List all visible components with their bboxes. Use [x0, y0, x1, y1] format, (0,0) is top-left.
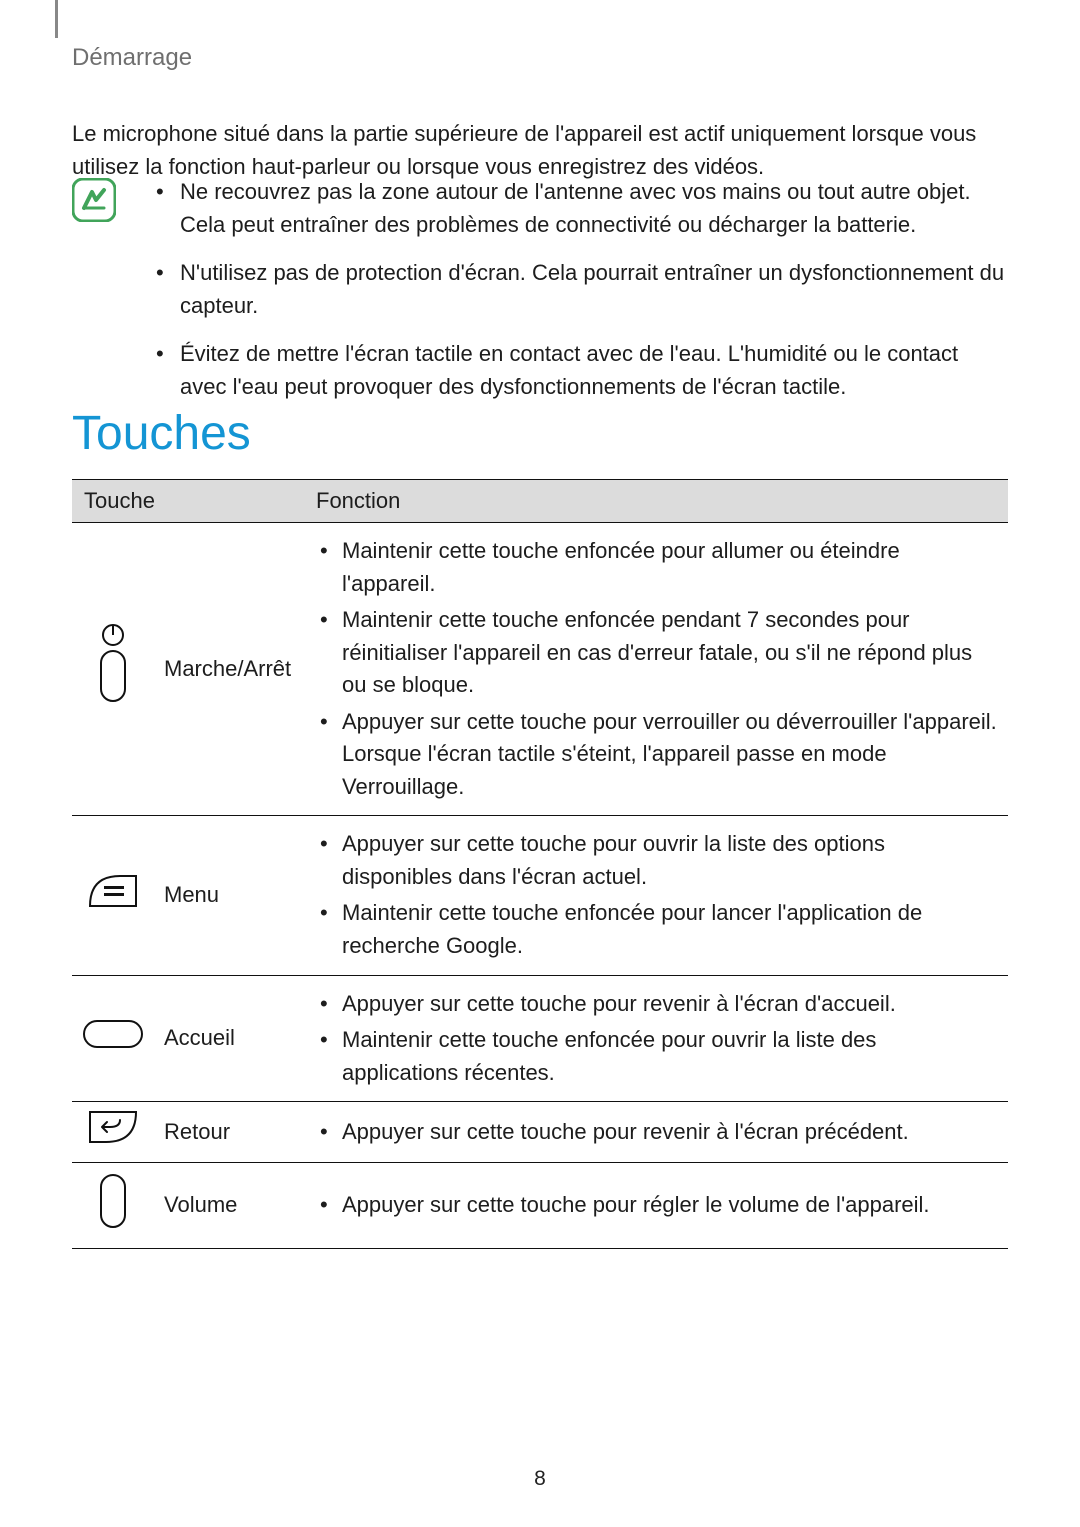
function-item: Appuyer sur cette touche pour revenir à … — [314, 1116, 998, 1149]
key-name-menu: Menu — [154, 816, 304, 975]
function-item: Maintenir cette touche enfoncée pour ouv… — [314, 1024, 998, 1089]
function-item: Maintenir cette touche enfoncée pour lan… — [314, 897, 998, 962]
function-item: Appuyer sur cette touche pour verrouille… — [314, 706, 998, 804]
key-name-power: Marche/Arrêt — [154, 523, 304, 816]
power-icon — [95, 687, 131, 712]
note-item: Ne recouvrez pas la zone autour de l'ant… — [152, 176, 1008, 241]
note-list: Ne recouvrez pas la zone autour de l'ant… — [152, 176, 1008, 403]
key-name-volume: Volume — [154, 1162, 304, 1249]
chapter-label: Démarrage — [72, 44, 192, 72]
memo-icon — [72, 178, 116, 222]
function-list: Maintenir cette touche enfoncée pour all… — [314, 535, 998, 803]
key-name-home: Accueil — [154, 975, 304, 1102]
function-item: Appuyer sur cette touche pour ouvrir la … — [314, 828, 998, 893]
table-row: Retour Appuyer sur cette touche pour rev… — [72, 1102, 1008, 1163]
note-block: Ne recouvrez pas la zone autour de l'ant… — [72, 176, 1008, 419]
note-item: N'utilisez pas de protection d'écran. Ce… — [152, 257, 1008, 322]
table-row: Menu Appuyer sur cette touche pour ouvri… — [72, 816, 1008, 975]
table-row: Marche/Arrêt Maintenir cette touche enfo… — [72, 523, 1008, 816]
page-number: 8 — [0, 1467, 1080, 1491]
note-item: Évitez de mettre l'écran tactile en cont… — [152, 338, 1008, 403]
table-header-touche: Touche — [72, 480, 304, 523]
function-item: Maintenir cette touche enfoncée pour all… — [314, 535, 998, 600]
table-row: Volume Appuyer sur cette touche pour rég… — [72, 1162, 1008, 1249]
function-list: Appuyer sur cette touche pour revenir à … — [314, 1116, 998, 1149]
menu-icon — [88, 888, 138, 913]
volume-icon — [97, 1211, 129, 1236]
function-list: Appuyer sur cette touche pour revenir à … — [314, 988, 998, 1090]
intro-paragraph: Le microphone situé dans la partie supér… — [72, 118, 1008, 183]
table-header-fonction: Fonction — [304, 480, 1008, 523]
function-list: Appuyer sur cette touche pour ouvrir la … — [314, 828, 998, 962]
page: Démarrage Le microphone situé dans la pa… — [0, 0, 1080, 1527]
function-item: Maintenir cette touche enfoncée pendant … — [314, 604, 998, 702]
function-item: Appuyer sur cette touche pour revenir à … — [314, 988, 998, 1021]
keys-table: Touche Fonction Marche/Arrêt — [72, 479, 1008, 1249]
tab-mark — [55, 0, 58, 38]
back-icon — [88, 1124, 138, 1149]
function-list: Appuyer sur cette touche pour régler le … — [314, 1189, 998, 1222]
key-name-back: Retour — [154, 1102, 304, 1163]
table-row: Accueil Appuyer sur cette touche pour re… — [72, 975, 1008, 1102]
function-item: Appuyer sur cette touche pour régler le … — [314, 1189, 998, 1222]
home-icon — [82, 1029, 144, 1054]
section-title: Touches — [72, 406, 251, 461]
